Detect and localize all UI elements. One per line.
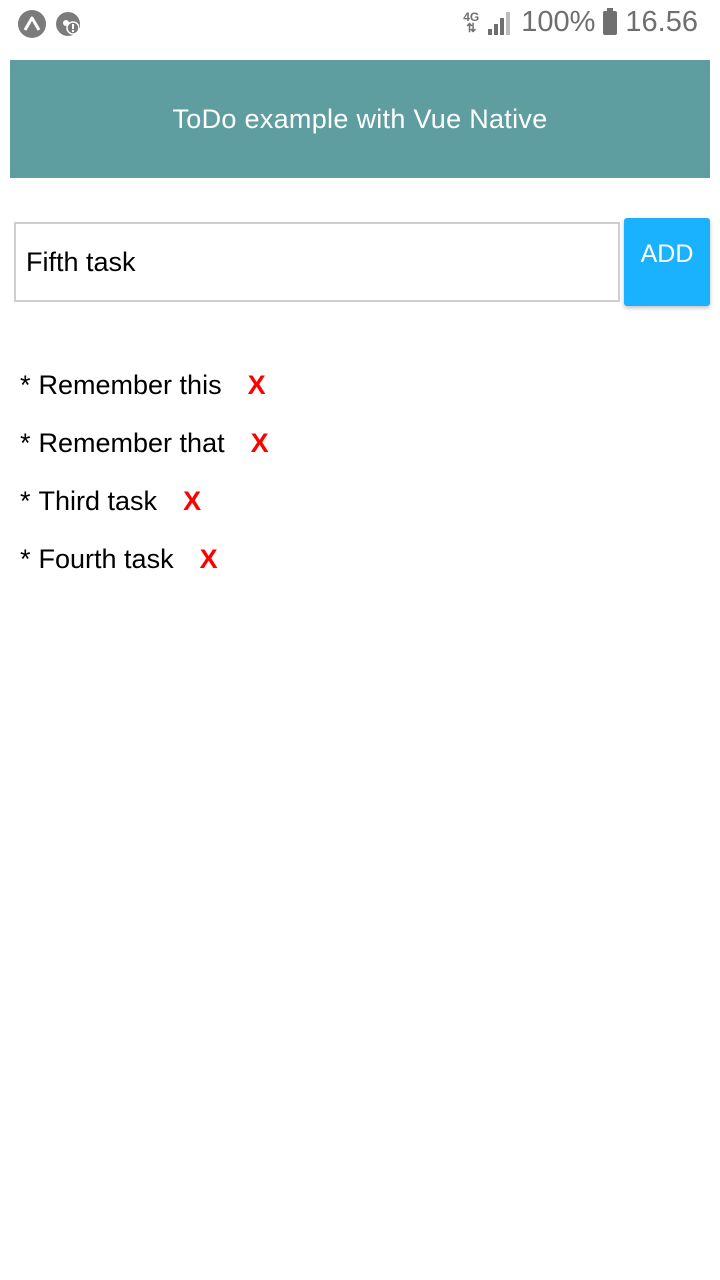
page-title: ToDo example with Vue Native <box>172 103 548 134</box>
todo-text: Remember this <box>38 369 222 400</box>
todo-bullet: * <box>20 543 31 574</box>
clock: 16.56 <box>625 6 698 38</box>
signal-icon <box>488 11 511 35</box>
delete-todo-button[interactable]: X <box>251 428 269 459</box>
todo-text: Fourth task <box>38 543 174 574</box>
network-type-icon: 4G ⇅ <box>463 11 479 35</box>
todo-item: * Fourth task X <box>20 530 269 588</box>
todo-bullet: * <box>20 485 31 516</box>
todo-list: * Remember this X * Remember that X * Th… <box>20 356 269 588</box>
todo-text: Remember that <box>38 427 225 458</box>
battery-icon <box>603 7 618 35</box>
todo-item: * Third task X <box>20 472 269 530</box>
todo-item: * Remember that X <box>20 414 269 472</box>
add-button-label: ADD <box>640 240 694 268</box>
delete-todo-button[interactable]: X <box>183 486 201 517</box>
status-bar: 4G ⇅ 100% 16.56 <box>0 0 720 48</box>
todo-bullet: * <box>20 427 31 458</box>
expo-icon <box>18 10 46 38</box>
task-input[interactable] <box>14 222 620 302</box>
battery-percent: 100% <box>521 6 596 38</box>
debug-alert-icon <box>56 12 80 36</box>
delete-todo-button[interactable]: X <box>248 370 266 401</box>
system-indicators: 4G ⇅ 100% 16.56 <box>463 6 698 39</box>
delete-todo-button[interactable]: X <box>200 544 218 575</box>
todo-bullet: * <box>20 369 31 400</box>
network-activity-arrows: ⇅ <box>466 20 477 35</box>
todo-item: * Remember this X <box>20 356 269 414</box>
add-button[interactable]: ADD <box>624 218 710 306</box>
notification-icons <box>18 10 80 38</box>
todo-text: Third task <box>38 485 158 516</box>
app-header: ToDo example with Vue Native <box>10 60 710 178</box>
